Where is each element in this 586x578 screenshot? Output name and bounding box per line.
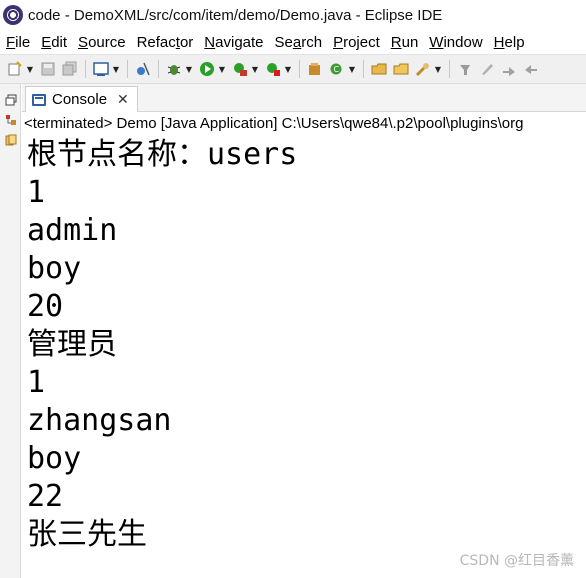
console-icon	[32, 93, 46, 106]
package-explorer-icon[interactable]	[5, 114, 17, 126]
debug-icon[interactable]	[165, 60, 183, 78]
menu-bar: File Edit Source Refactor Navigate Searc…	[0, 30, 586, 54]
terminal-dropdown-icon[interactable]: ▼	[112, 60, 120, 78]
menu-search[interactable]: Search	[269, 34, 328, 51]
skip-breakpoints-icon[interactable]	[134, 60, 152, 78]
console-view-tabbar: Console ✕	[22, 84, 586, 112]
watermark: CSDN @红目香薰	[459, 553, 574, 569]
close-icon[interactable]: ✕	[117, 93, 129, 107]
navigator-icon[interactable]	[5, 134, 17, 146]
menu-window[interactable]: Window	[423, 34, 487, 51]
save-icon[interactable]	[39, 60, 57, 78]
new-class-dropdown-icon[interactable]: ▼	[348, 60, 356, 78]
svg-text:C: C	[334, 65, 340, 74]
search-dropdown-icon[interactable]: ▼	[434, 60, 442, 78]
output-line: boy	[27, 441, 82, 476]
restore-icon[interactable]	[5, 94, 17, 106]
main-toolbar: ▼ ▼ ▼ ▼ ▼ ▼ C ▼ ▼	[0, 54, 586, 84]
eclipse-icon	[3, 5, 23, 25]
annotation-icon[interactable]	[456, 60, 474, 78]
external-tools-icon[interactable]	[264, 60, 282, 78]
title-bar: code - DemoXML/src/com/item/demo/Demo.ja…	[0, 0, 586, 30]
output-line: 20	[27, 289, 64, 324]
toolbar-separator	[449, 60, 450, 78]
toolbar-separator	[85, 60, 86, 78]
menu-help[interactable]: Help	[488, 34, 530, 51]
menu-refactor[interactable]: Refactor	[131, 34, 199, 51]
tab-console[interactable]: Console ✕	[25, 86, 138, 112]
output-line: 管理员	[27, 327, 117, 362]
output-line: 张三先生	[27, 517, 147, 552]
output-line: 1	[27, 365, 46, 400]
toolbar-separator	[299, 60, 300, 78]
output-line: admin	[27, 213, 118, 248]
menu-project[interactable]: Project	[327, 34, 385, 51]
output-line: 22	[27, 479, 64, 514]
output-line: zhangsan	[27, 403, 172, 438]
new-java-package-icon[interactable]	[306, 60, 324, 78]
new-java-class-icon[interactable]: C	[328, 60, 346, 78]
coverage-dropdown-icon[interactable]: ▼	[251, 60, 259, 78]
toolbar-separator	[158, 60, 159, 78]
toolbar-separator	[127, 60, 128, 78]
pen-icon[interactable]	[478, 60, 496, 78]
left-trim-stack	[0, 84, 21, 578]
terminal-icon[interactable]	[92, 60, 110, 78]
new-file-icon[interactable]	[6, 60, 24, 78]
output-line: boy	[27, 251, 82, 286]
run-icon[interactable]	[198, 60, 216, 78]
prev-annotation-icon[interactable]	[522, 60, 540, 78]
open-type-icon[interactable]	[370, 60, 388, 78]
toolbar-separator	[363, 60, 364, 78]
console-status: <terminated> Demo [Java Application] C:\…	[24, 115, 524, 132]
external-tools-dropdown-icon[interactable]: ▼	[284, 60, 292, 78]
debug-dropdown-icon[interactable]: ▼	[185, 60, 193, 78]
console-tab-label: Console	[52, 91, 108, 108]
menu-navigate[interactable]: Navigate	[198, 34, 268, 51]
new-dropdown-icon[interactable]: ▼	[26, 60, 34, 78]
open-task-icon[interactable]	[392, 60, 410, 78]
window-title: code - DemoXML/src/com/item/demo/Demo.ja…	[28, 6, 443, 24]
next-annotation-icon[interactable]	[500, 60, 518, 78]
save-all-icon[interactable]	[61, 60, 79, 78]
menu-file[interactable]: File	[0, 34, 35, 51]
menu-run[interactable]: Run	[385, 34, 424, 51]
menu-edit[interactable]: Edit	[35, 34, 72, 51]
output-line: 根节点名称：users	[27, 137, 298, 172]
search-tool-icon[interactable]	[414, 60, 432, 78]
console-output[interactable]: 根节点名称：users 1 admin boy 20 管理员 1 zhangsa…	[27, 136, 582, 554]
coverage-icon[interactable]	[231, 60, 249, 78]
menu-source[interactable]: Source	[72, 34, 131, 51]
run-dropdown-icon[interactable]: ▼	[218, 60, 226, 78]
output-line: 1	[27, 175, 46, 210]
